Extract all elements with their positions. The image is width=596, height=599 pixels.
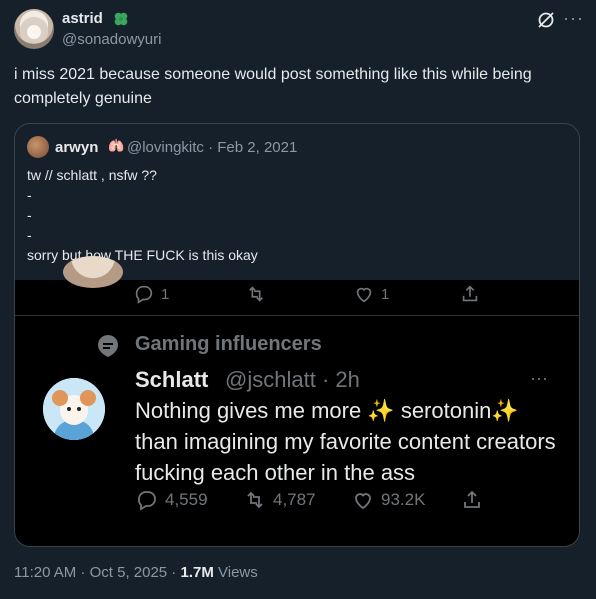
- topic-icon: [98, 335, 118, 357]
- tweet: astrid @sonadowyuri ··· i miss 2021 beca…: [0, 0, 596, 599]
- heart-icon: [355, 493, 371, 510]
- quoted-line: -: [27, 207, 32, 223]
- quoted-separator: ·: [208, 139, 218, 156]
- post-text: i miss 2021 because someone would post s…: [14, 66, 532, 107]
- quoted-tweet[interactable]: arwyn 🫁 @lovingkitc · Feb 2, 2021 tw // …: [14, 123, 580, 547]
- quoted-line: tw // schlatt , nsfw ??: [27, 167, 157, 183]
- views-label: Views: [213, 564, 258, 581]
- share-icon-wrap: [459, 283, 481, 305]
- post-timestamp[interactable]: 11:20 AM · Oct 5, 2025 ·: [14, 564, 180, 581]
- grok-icon[interactable]: [536, 10, 556, 30]
- quoted-name-emoji: 🫁: [108, 138, 125, 153]
- four-leaf-clover-icon: [114, 12, 128, 26]
- reply-icon: [138, 491, 156, 511]
- views-count: 1.7M: [180, 564, 214, 581]
- screenshot-stats: 4,559 4,787 93.2K: [15, 488, 579, 518]
- attached-screenshot[interactable]: 1 1 Gaming influencers Schlatt @jschlatt…: [15, 256, 579, 546]
- retweet-icon-wrap: [245, 283, 267, 305]
- quoted-line: sorry but how THE FUCK is this okay: [27, 247, 258, 263]
- reply-icon: [135, 285, 153, 304]
- reply-stat: 4,559: [135, 488, 208, 512]
- quoted-line: -: [27, 187, 32, 203]
- quoted-meta: @lovingkitc · Feb 2, 2021: [127, 139, 297, 156]
- reply-count: 1: [133, 283, 169, 305]
- quoted-name[interactable]: arwyn: [55, 139, 98, 156]
- heart-icon: [356, 287, 372, 303]
- schlatt-handle: @jschlatt: [225, 367, 316, 392]
- author-name[interactable]: astrid: [62, 10, 103, 27]
- share-stat: [460, 488, 484, 512]
- divider: [15, 315, 579, 316]
- schlatt-meta: @jschlatt · 2h: [225, 367, 360, 393]
- schlatt-age: 2h: [335, 367, 360, 392]
- retweet-icon: [247, 491, 263, 509]
- like-count: 1: [353, 283, 389, 305]
- author-handle[interactable]: @sonadowyuri: [62, 31, 161, 48]
- retweet-icon: [248, 286, 264, 302]
- quoted-handle[interactable]: @lovingkitc: [127, 139, 204, 156]
- schlatt-separator: ·: [321, 367, 330, 392]
- quoted-line: -: [27, 227, 32, 243]
- quoted-avatar[interactable]: [27, 136, 49, 158]
- share-icon: [464, 490, 480, 508]
- more-options-icon: ···: [530, 368, 548, 388]
- share-icon: [462, 285, 478, 302]
- author-avatar[interactable]: [14, 9, 54, 49]
- quoted-date[interactable]: Feb 2, 2021: [217, 139, 297, 156]
- schlatt-tweet-text: Nothing gives me more ✨ serotonin✨ than …: [135, 398, 556, 485]
- topic-label: Gaming influencers: [135, 333, 322, 355]
- schlatt-avatar: [43, 378, 105, 440]
- more-options-icon[interactable]: ···: [563, 8, 584, 29]
- post-footer: 11:20 AM · Oct 5, 2025 · 1.7M Views: [14, 564, 258, 581]
- screenshot-top-actions: 1 1: [15, 283, 579, 311]
- schlatt-name: Schlatt: [135, 367, 209, 392]
- like-stat: 93.2K: [351, 488, 425, 512]
- avatar-face: [27, 25, 41, 39]
- retweet-stat: 4,787: [243, 488, 316, 512]
